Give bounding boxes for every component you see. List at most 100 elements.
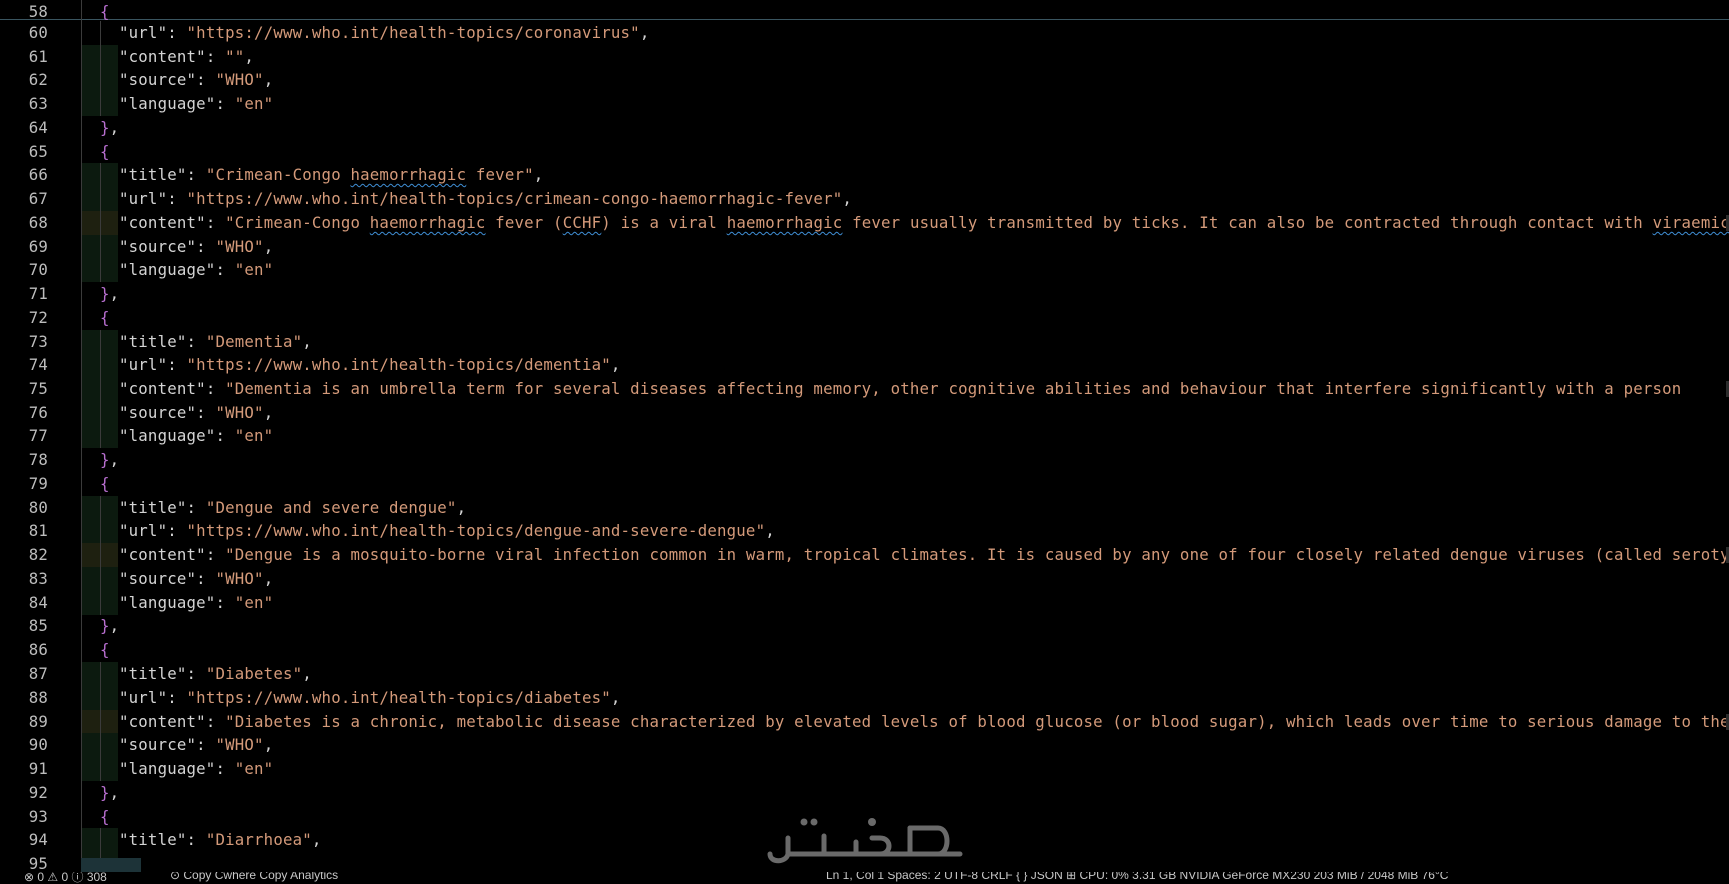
code-token: , (263, 403, 274, 422)
line-content: }, (100, 282, 119, 306)
line-number: 75 (28, 379, 48, 398)
line-content: "language": "en" (119, 757, 273, 781)
line-content: "source": "WHO", (119, 401, 273, 425)
code-token: "url" (119, 688, 168, 707)
code-line[interactable]: 90 "source": "WHO", (0, 733, 1729, 757)
code-token: "WHO" (215, 735, 264, 754)
indent-guide (81, 306, 82, 330)
code-line[interactable]: 66 "title": "Crimean-Congo haemorrhagic f… (0, 163, 1729, 187)
code-line[interactable]: 71}, (0, 282, 1729, 306)
code-token: "Diabetes" (205, 664, 303, 683)
code-token: "title" (119, 165, 187, 184)
indent-guide (100, 543, 101, 567)
code-line[interactable]: 87 "title": "Diabetes", (0, 662, 1729, 686)
code-token: "" (225, 47, 245, 66)
indent-guide (100, 662, 101, 686)
code-token: , (765, 521, 775, 540)
code-line[interactable]: 61 "content": "", (0, 45, 1729, 69)
code-line[interactable]: 74 "url": "https://www.who.int/health-top… (0, 353, 1729, 377)
line-content: "source": "WHO", (119, 235, 273, 259)
code-token: "Dementia is an umbrella term for severa… (225, 379, 1682, 398)
line-number: 88 (28, 688, 48, 707)
code-line[interactable]: 88 "url": "https://www.who.int/health-top… (0, 686, 1729, 710)
code-line[interactable]: 81 "url": "https://www.who.int/health-top… (0, 519, 1729, 543)
code-line[interactable]: 77 "language": "en" (0, 424, 1729, 448)
code-token: "https://www.who.int/health-topics/crime… (186, 189, 843, 208)
code-line[interactable]: 68 "content": "Crimean-Congo haemorrhagic… (0, 211, 1729, 235)
code-token: "content" (119, 545, 206, 564)
indent-guide (81, 187, 82, 211)
code-token: "https://www.who.int/health-topics/diabe… (186, 688, 611, 707)
spelling-flagged-token: haemorrhagic (350, 165, 467, 184)
code-token: } (100, 118, 110, 137)
indent-guide (100, 567, 101, 591)
code-line[interactable]: 92}, (0, 781, 1729, 805)
code-line[interactable]: 79 { (0, 472, 1729, 496)
line-number: 91 (28, 759, 48, 778)
problems-indicator[interactable]: ⊗ 0 ⚠ 0 ⓘ 308 (24, 872, 107, 884)
current-line-highlight (81, 858, 141, 872)
line-number: 79 (28, 474, 48, 493)
indent-guide (100, 68, 101, 92)
line-number: 90 (28, 735, 48, 754)
indent-guide (81, 638, 82, 662)
code-token: "WHO" (215, 70, 264, 89)
line-number: 70 (28, 260, 48, 279)
code-token: fever usually transmitted by ticks. It c… (842, 213, 1653, 232)
indent-guide (100, 377, 101, 401)
line-content: "title": "Dementia", (119, 330, 312, 354)
code-line[interactable]: 76 "source": "WHO", (0, 401, 1729, 425)
code-line[interactable]: 70 "language": "en" (0, 258, 1729, 282)
indent-guide (81, 377, 82, 401)
code-line[interactable]: 64}, (0, 116, 1729, 140)
code-line[interactable]: 80 "title": "Dengue and severe dengue", (0, 496, 1729, 520)
code-line[interactable]: 84 "language": "en" (0, 591, 1729, 615)
code-line[interactable]: 63 "language": "en" (0, 92, 1729, 116)
code-editor[interactable]: 58{60 "url": "https://www.who.int/health-… (0, 0, 1729, 872)
code-line[interactable]: 85}, (0, 614, 1729, 638)
status-left-items[interactable]: ⊙ Copy Cwhere Copy Analytics (170, 872, 338, 882)
code-line[interactable]: 82 "content": "Dengue is a mosquito-borne… (0, 543, 1729, 567)
indent-guide (100, 828, 101, 852)
line-number: 64 (28, 118, 48, 137)
line-number: 77 (28, 426, 48, 445)
code-line[interactable]: 78}, (0, 448, 1729, 472)
line-number: 63 (28, 94, 48, 113)
code-token: } (100, 783, 110, 802)
code-line[interactable]: 75 "content": "Dementia is an umbrella te… (0, 377, 1729, 401)
status-right-items[interactable]: Ln 1, Col 1 Spaces: 2 UTF-8 CRLF { } JSO… (826, 872, 1448, 882)
code-token: : (186, 664, 206, 683)
code-token: , (639, 23, 650, 42)
code-line[interactable]: 91 "language": "en" (0, 757, 1729, 781)
code-token: "language" (119, 759, 216, 778)
indent-guide (100, 92, 101, 116)
code-line[interactable]: 65 { (0, 140, 1729, 164)
code-token: { (100, 807, 110, 826)
code-line[interactable]: 62 "source": "WHO", (0, 68, 1729, 92)
indent-guide (81, 519, 82, 543)
code-line[interactable]: 60 "url": "https://www.who.int/health-top… (0, 21, 1729, 45)
code-line[interactable]: 86 { (0, 638, 1729, 662)
code-token: "WHO" (215, 569, 264, 588)
code-token: : (215, 593, 235, 612)
code-token: : (196, 569, 216, 588)
code-token: { (100, 308, 110, 327)
indent-guide (100, 211, 101, 235)
code-token: , (610, 688, 621, 707)
line-number: 87 (28, 664, 48, 683)
code-line[interactable]: 69 "source": "WHO", (0, 235, 1729, 259)
line-number: 94 (28, 830, 48, 849)
code-token: : (167, 189, 187, 208)
code-line[interactable]: 89 "content": "Diabetes is a chronic, met… (0, 710, 1729, 734)
spelling-flagged-token: CCHF (562, 213, 602, 232)
line-number: 80 (28, 498, 48, 517)
indent-guide (81, 496, 82, 520)
line-number: 84 (28, 593, 48, 612)
line-content: { (100, 472, 110, 496)
indent-guide (81, 282, 82, 306)
indent-guide (81, 116, 82, 140)
code-line[interactable]: 83 "source": "WHO", (0, 567, 1729, 591)
code-line[interactable]: 72 { (0, 306, 1729, 330)
code-line[interactable]: 67 "url": "https://www.who.int/health-top… (0, 187, 1729, 211)
code-line[interactable]: 73 "title": "Dementia", (0, 330, 1729, 354)
